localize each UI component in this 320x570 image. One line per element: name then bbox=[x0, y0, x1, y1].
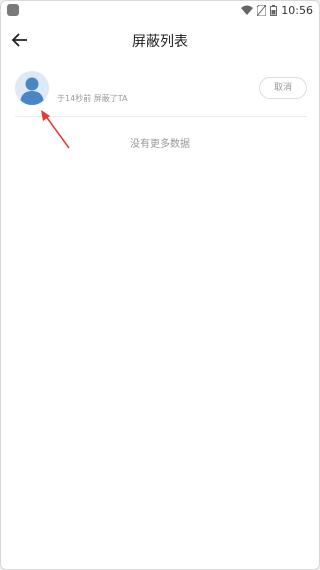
blocked-user-item[interactable]: 于14秒前 屏蔽了TA 取消 bbox=[15, 67, 307, 117]
no-sim-icon bbox=[257, 4, 267, 16]
screen: 10:56 屏蔽列表 于14秒前 屏蔽了TA 取消 没有更多数据 bbox=[0, 0, 320, 570]
no-more-data-text: 没有更多数据 bbox=[130, 139, 190, 150]
notification-icon bbox=[7, 4, 19, 16]
blocked-time-text: 于14秒前 屏蔽了TA bbox=[57, 94, 128, 103]
default-user-avatar-icon bbox=[15, 71, 49, 105]
wifi-icon bbox=[241, 5, 254, 15]
status-clock: 10:56 bbox=[281, 3, 313, 17]
header: 屏蔽列表 bbox=[1, 23, 319, 59]
avatar[interactable] bbox=[15, 71, 49, 105]
status-icons: 10:56 bbox=[241, 4, 313, 17]
status-bar: 10:56 bbox=[1, 1, 319, 19]
battery-icon bbox=[270, 4, 278, 16]
page-title: 屏蔽列表 bbox=[132, 34, 188, 50]
cancel-block-button[interactable]: 取消 bbox=[259, 77, 307, 99]
